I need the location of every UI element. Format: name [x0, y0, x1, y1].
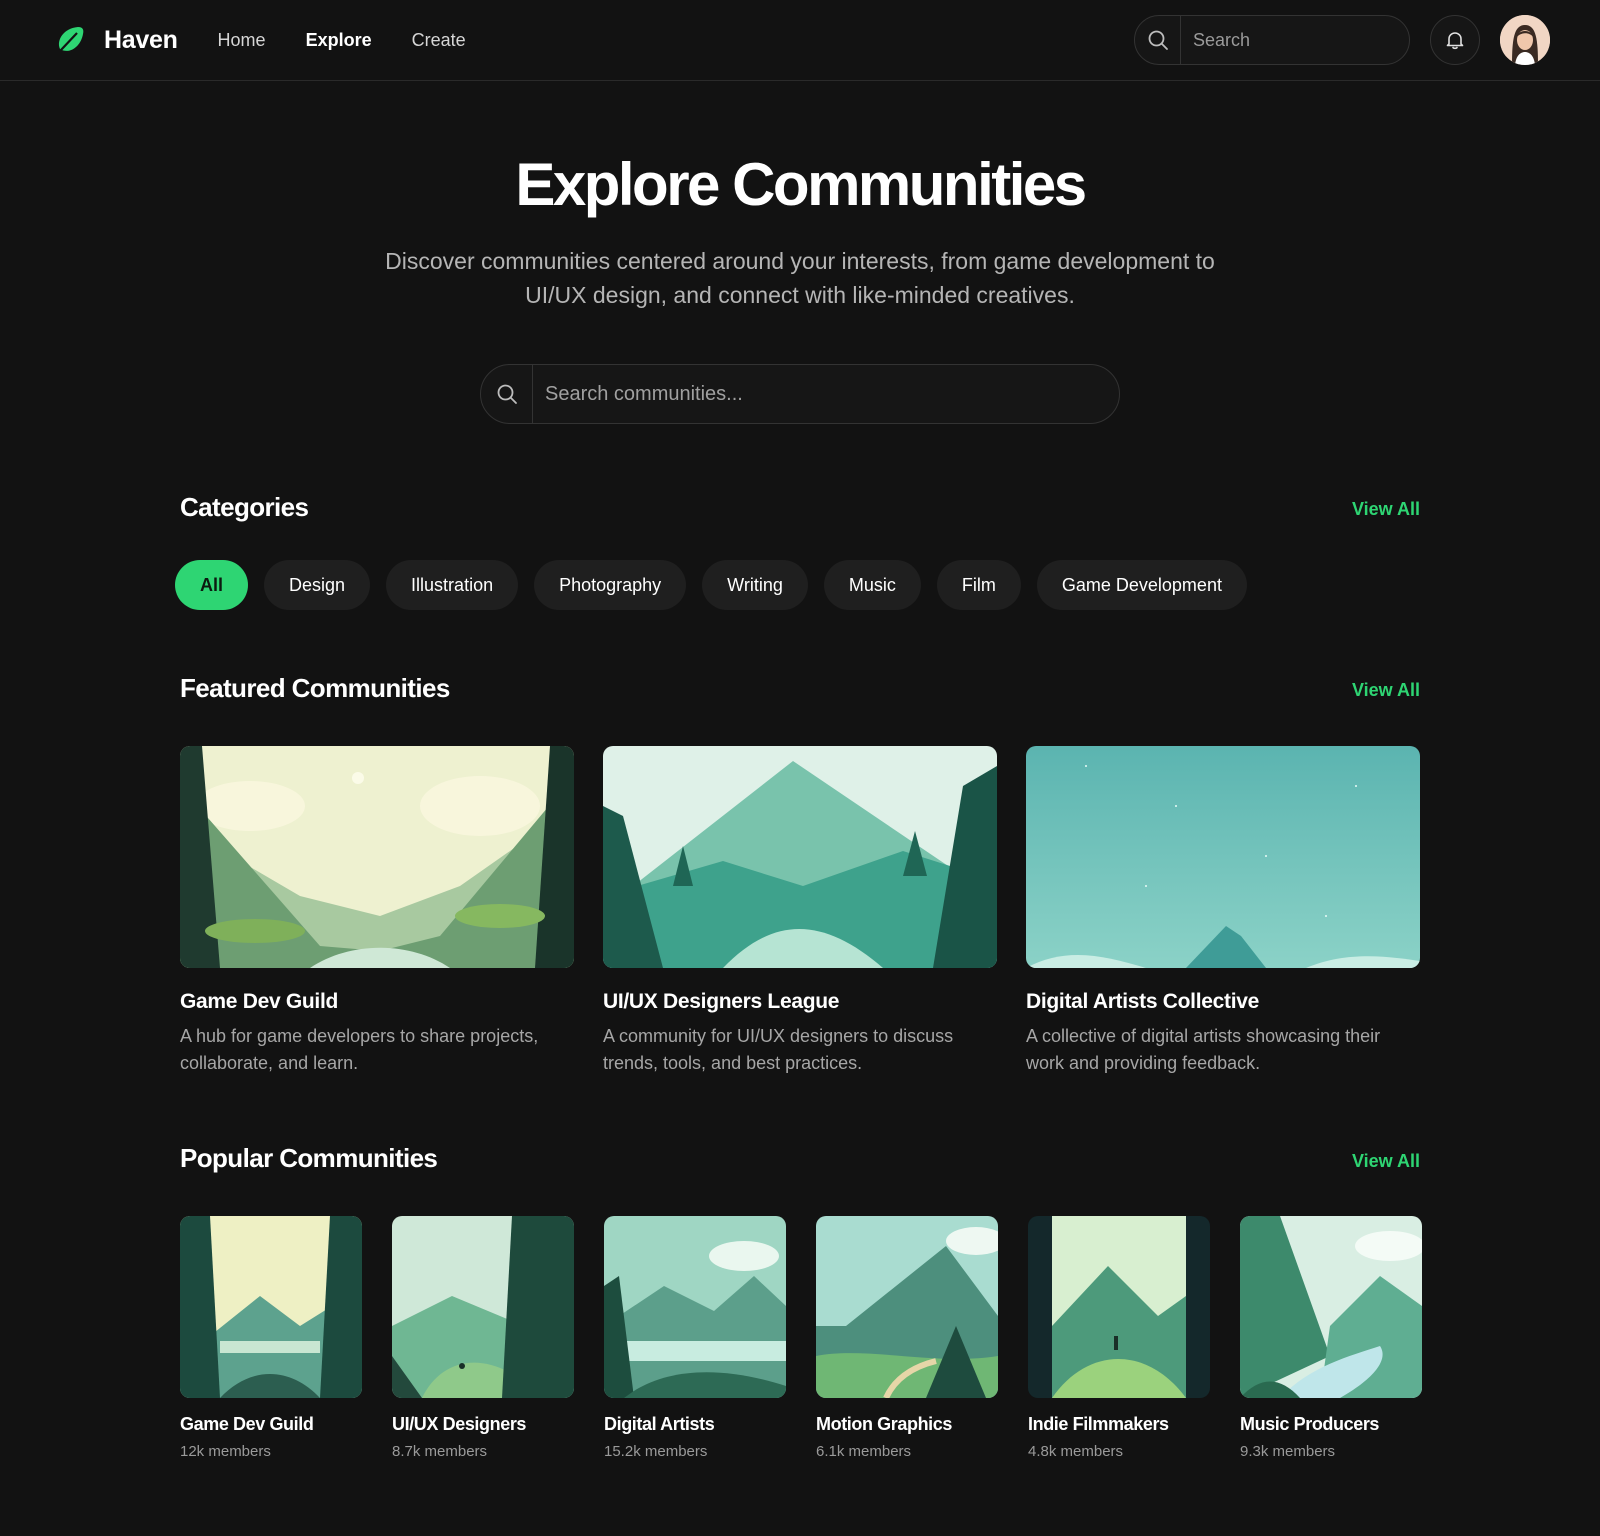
popular-card-image	[180, 1216, 362, 1398]
popular-card-title: Digital Artists	[604, 1414, 715, 1434]
featured-card-image	[1026, 746, 1420, 968]
popular-card-image	[392, 1216, 574, 1398]
page-subtitle: Discover communities centered around you…	[385, 248, 1215, 308]
featured-card-image	[180, 746, 574, 968]
search-icon	[1135, 15, 1181, 65]
top-navbar: Haven Home Explore Create Search	[0, 0, 1600, 81]
featured-card-title: UI/UX Designers League	[603, 990, 840, 1013]
featured-card[interactable]: Game Dev Guild A hub for game developers…	[180, 746, 574, 1077]
brand[interactable]: Haven	[52, 22, 178, 58]
popular-card-image	[1240, 1216, 1422, 1398]
popular-card-image	[816, 1216, 998, 1398]
leaf-logo-icon	[58, 27, 84, 51]
featured-card-description: A collective of digital artists showcasi…	[1026, 1026, 1381, 1073]
page-title: Explore Communities	[515, 151, 1087, 218]
featured-title: Featured Communities	[180, 673, 450, 703]
featured-card-image	[603, 746, 997, 968]
popular-card-members: 15.2k members	[604, 1443, 708, 1460]
nav-right: Search	[1134, 15, 1550, 65]
avatar[interactable]	[1500, 15, 1550, 65]
nav-search-input[interactable]: Search	[1134, 15, 1410, 65]
popular-title: Popular Communities	[180, 1143, 438, 1173]
chip-all[interactable]: All	[175, 560, 249, 610]
popular-card[interactable]: Game Dev Guild 12k members	[180, 1216, 362, 1460]
popular-card-members: 8.7k members	[392, 1443, 488, 1460]
popular-card-members: 12k members	[180, 1443, 271, 1460]
popular-card-title: UI/UX Designers	[392, 1414, 527, 1434]
community-search-input[interactable]: Search communities...	[480, 364, 1120, 424]
category-chips: All Design Illustration Photography Writ…	[175, 560, 1247, 610]
nav-link-explore[interactable]: Explore	[306, 30, 372, 51]
featured-card-description: A hub for game developers to share proje…	[180, 1026, 539, 1073]
popular-card-title: Music Producers	[1240, 1414, 1380, 1434]
nav-links: Home Explore Create	[218, 30, 466, 51]
chip-music[interactable]: Music	[823, 560, 921, 610]
community-search-placeholder: Search communities...	[545, 382, 743, 405]
popular-card-members: 4.8k members	[1028, 1443, 1124, 1460]
popular-card-image	[604, 1216, 786, 1398]
featured-card-title: Digital Artists Collective	[1026, 990, 1259, 1013]
chip-photography[interactable]: Photography	[534, 560, 687, 610]
brand-name: Haven	[104, 25, 178, 54]
popular-card[interactable]: Indie Filmmakers 4.8k members	[1028, 1216, 1210, 1460]
popular-card-members: 6.1k members	[816, 1443, 912, 1460]
featured-card[interactable]: Digital Artists Collective A collective …	[1026, 746, 1420, 1077]
popular-card-title: Indie Filmmakers	[1028, 1414, 1169, 1434]
chip-film[interactable]: Film	[936, 560, 1021, 610]
featured-view-all-link[interactable]: View All	[1352, 680, 1420, 701]
notifications-button[interactable]	[1430, 15, 1480, 65]
popular-card[interactable]: Digital Artists 15.2k members	[604, 1216, 786, 1460]
chip-illustration[interactable]: Illustration	[386, 560, 519, 610]
chip-design[interactable]: Design	[264, 560, 371, 610]
popular-card[interactable]: Music Producers 9.3k members	[1240, 1216, 1422, 1460]
chip-writing[interactable]: Writing	[702, 560, 808, 610]
nav-link-create[interactable]: Create	[412, 30, 466, 51]
categories-title: Categories	[180, 492, 309, 522]
popular-card-title: Motion Graphics	[816, 1414, 953, 1434]
categories-view-all-link[interactable]: View All	[1352, 499, 1420, 520]
featured-card-title: Game Dev Guild	[180, 990, 339, 1013]
popular-card-members: 9.3k members	[1240, 1443, 1336, 1460]
popular-view-all-link[interactable]: View All	[1352, 1151, 1420, 1172]
popular-card-image	[1028, 1216, 1210, 1398]
search-icon	[481, 364, 533, 424]
popular-card[interactable]: Motion Graphics 6.1k members	[816, 1216, 998, 1460]
chip-game-development[interactable]: Game Development	[1036, 560, 1247, 610]
nav-search-placeholder: Search	[1193, 29, 1251, 50]
nav-link-home[interactable]: Home	[218, 30, 266, 51]
popular-card[interactable]: UI/UX Designers 8.7k members	[392, 1216, 574, 1460]
bell-icon	[1446, 32, 1464, 50]
featured-card[interactable]: UI/UX Designers League A community for U…	[603, 746, 997, 1077]
featured-card-description: A community for UI/UX designers to discu…	[603, 1026, 954, 1073]
popular-card-title: Game Dev Guild	[180, 1414, 314, 1434]
